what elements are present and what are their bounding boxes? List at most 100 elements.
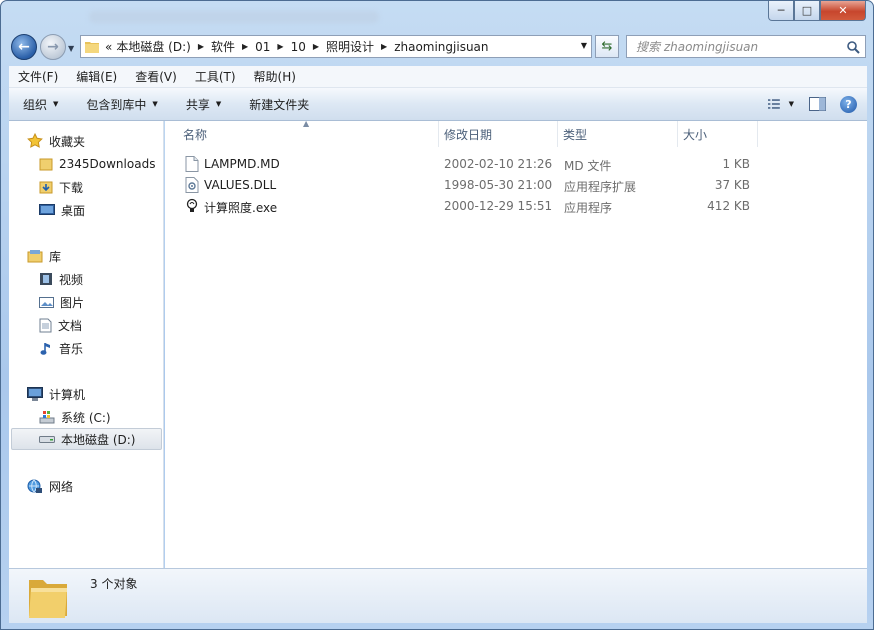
search-icon[interactable] bbox=[846, 40, 860, 54]
menu-edit[interactable]: 编辑(E) bbox=[67, 68, 126, 85]
nav-item-label: 音乐 bbox=[59, 341, 84, 356]
nav-item-music[interactable]: 音乐 bbox=[39, 337, 83, 359]
nav-item-2345downloads[interactable]: 2345Downloads bbox=[39, 153, 155, 175]
new-folder-label: 新建文件夹 bbox=[249, 97, 310, 112]
file-list: ▲ 名称 修改日期 类型 大小 LAMPMD.MD 2002-02-10 21:… bbox=[165, 119, 867, 568]
column-header-type[interactable]: 类型 bbox=[558, 121, 678, 147]
nav-favorites-label: 收藏夹 bbox=[49, 134, 86, 149]
video-icon bbox=[40, 273, 52, 285]
music-icon bbox=[40, 342, 50, 355]
crumb-separator-icon[interactable]: ▶ bbox=[239, 42, 251, 51]
command-bar: 组织 ▼ 包含到库中 ▼ 共享 ▼ 新建文件夹 ▼ ? bbox=[9, 88, 867, 121]
address-dropdown-icon[interactable]: ▼ bbox=[581, 41, 587, 50]
nav-item-label: 桌面 bbox=[61, 203, 86, 218]
item-count: 3 个对象 bbox=[90, 577, 138, 591]
close-button[interactable]: ✕ bbox=[820, 1, 866, 21]
file-size: 412 KB bbox=[707, 199, 750, 213]
hard-drive-icon bbox=[39, 436, 55, 443]
desktop-icon bbox=[39, 204, 55, 215]
crumb-separator-icon[interactable]: ▶ bbox=[310, 42, 322, 51]
menu-file[interactable]: 文件(F) bbox=[9, 68, 67, 85]
crumb-lighting-design[interactable]: 照明设计 bbox=[322, 38, 378, 55]
crumb-software[interactable]: 软件 bbox=[207, 38, 239, 55]
back-arrow-icon: ← bbox=[18, 39, 30, 55]
organize-label: 组织 bbox=[23, 97, 48, 112]
menu-tools[interactable]: 工具(T) bbox=[186, 68, 245, 85]
crumb-zhaomingjisuan[interactable]: zhaomingjisuan bbox=[390, 40, 492, 54]
refresh-icon: ⇆ bbox=[601, 39, 613, 54]
nav-network-label: 网络 bbox=[49, 479, 74, 494]
file-size: 37 KB bbox=[714, 178, 750, 192]
crumb-separator-icon[interactable]: ▶ bbox=[274, 42, 286, 51]
change-view-button[interactable]: ▼ bbox=[768, 93, 794, 115]
back-button[interactable]: ← bbox=[11, 34, 37, 60]
minimize-button[interactable]: ─ bbox=[768, 1, 794, 21]
include-in-library-button[interactable]: 包含到库中 ▼ bbox=[72, 92, 171, 116]
menu-help[interactable]: 帮助(H) bbox=[245, 68, 305, 85]
address-overflow[interactable]: « bbox=[105, 40, 112, 54]
crumb-separator-icon[interactable]: ▶ bbox=[195, 42, 207, 51]
crumb-10[interactable]: 10 bbox=[287, 40, 310, 54]
menu-view[interactable]: 查看(V) bbox=[126, 68, 186, 85]
nav-item-documents[interactable]: 文档 bbox=[39, 314, 82, 336]
search-box[interactable] bbox=[626, 35, 866, 58]
nav-computer-label: 计算机 bbox=[49, 387, 86, 402]
chevron-down-icon: ▼ bbox=[215, 100, 222, 108]
generic-file-icon bbox=[185, 156, 199, 172]
file-date: 2000-12-29 15:51 bbox=[444, 199, 553, 213]
nav-item-downloads[interactable]: 下载 bbox=[39, 176, 83, 198]
file-name: VALUES.DLL bbox=[204, 178, 277, 192]
nav-network[interactable]: 网络 bbox=[27, 475, 73, 497]
nav-libraries[interactable]: 库 bbox=[27, 245, 61, 267]
column-header-date[interactable]: 修改日期 bbox=[439, 121, 558, 147]
chevron-down-icon: ▼ bbox=[53, 100, 59, 108]
nav-item-label: 系统 (C:) bbox=[61, 410, 111, 425]
recent-pages-dropdown[interactable]: ▼ bbox=[68, 44, 74, 53]
nav-libraries-label: 库 bbox=[49, 249, 62, 264]
column-header-size[interactable]: 大小 bbox=[678, 121, 758, 147]
details-pane: 3 个对象 bbox=[9, 568, 867, 623]
file-name: 计算照度.exe bbox=[204, 201, 278, 215]
chevron-down-icon[interactable]: ▼ bbox=[789, 100, 794, 108]
lamp-exe-icon bbox=[186, 198, 198, 212]
forward-button[interactable]: → bbox=[40, 34, 66, 60]
file-row[interactable]: 计算照度.exe 2000-12-29 15:51 应用程序 412 KB bbox=[175, 196, 775, 217]
nav-item-pictures[interactable]: 图片 bbox=[39, 291, 84, 313]
file-date: 2002-02-10 21:26 bbox=[444, 157, 553, 171]
file-row[interactable]: VALUES.DLL 1998-05-30 21:00 应用程序扩展 37 KB bbox=[175, 175, 775, 196]
search-input[interactable] bbox=[636, 39, 846, 54]
pictures-icon bbox=[39, 296, 54, 308]
nav-computer[interactable]: 计算机 bbox=[27, 383, 85, 405]
window-controls: ─ □ ✕ bbox=[768, 1, 866, 22]
nav-item-desktop[interactable]: 桌面 bbox=[39, 199, 85, 221]
crumb-01[interactable]: 01 bbox=[251, 40, 274, 54]
file-type: 应用程序 bbox=[564, 201, 613, 215]
view-controls: ▼ ? bbox=[768, 93, 857, 115]
help-icon[interactable]: ? bbox=[840, 95, 857, 113]
address-bar[interactable]: « 本地磁盘 (D:) ▶ 软件 ▶ 01 ▶ 10 ▶ 照明设计 ▶ zhaomingj… bbox=[80, 35, 592, 58]
nav-item-label: 本地磁盘 (D:) bbox=[61, 432, 136, 447]
nav-item-label: 2345Downloads bbox=[59, 157, 156, 171]
nav-item-drive-d[interactable]: 本地磁盘 (D:) bbox=[11, 428, 162, 450]
column-header-name[interactable]: 名称 bbox=[165, 121, 439, 147]
nav-item-label: 下载 bbox=[59, 180, 84, 195]
computer-icon bbox=[27, 386, 43, 401]
chevron-down-icon: ▼ bbox=[152, 100, 158, 108]
share-button[interactable]: 共享 ▼ bbox=[172, 92, 235, 116]
column-header-size-label: 大小 bbox=[683, 127, 708, 142]
nav-item-videos[interactable]: 视频 bbox=[39, 268, 83, 290]
nav-item-drive-c[interactable]: 系统 (C:) bbox=[39, 406, 111, 428]
nav-favorites[interactable]: 收藏夹 bbox=[27, 130, 85, 152]
refresh-button[interactable]: ⇆ bbox=[595, 35, 619, 58]
file-date: 1998-05-30 21:00 bbox=[444, 178, 553, 192]
crumb-drive-d[interactable]: 本地磁盘 (D:) bbox=[112, 38, 194, 55]
organize-button[interactable]: 组织 ▼ bbox=[9, 92, 72, 116]
crumb-separator-icon[interactable]: ▶ bbox=[378, 42, 390, 51]
maximize-button[interactable]: □ bbox=[794, 1, 820, 21]
system-drive-icon bbox=[39, 411, 55, 424]
nav-item-label: 视频 bbox=[59, 272, 84, 287]
download-folder-icon bbox=[39, 181, 53, 194]
preview-pane-button[interactable] bbox=[804, 93, 830, 115]
new-folder-button[interactable]: 新建文件夹 bbox=[235, 92, 323, 116]
file-row[interactable]: LAMPMD.MD 2002-02-10 21:26 MD 文件 1 KB bbox=[175, 154, 775, 175]
